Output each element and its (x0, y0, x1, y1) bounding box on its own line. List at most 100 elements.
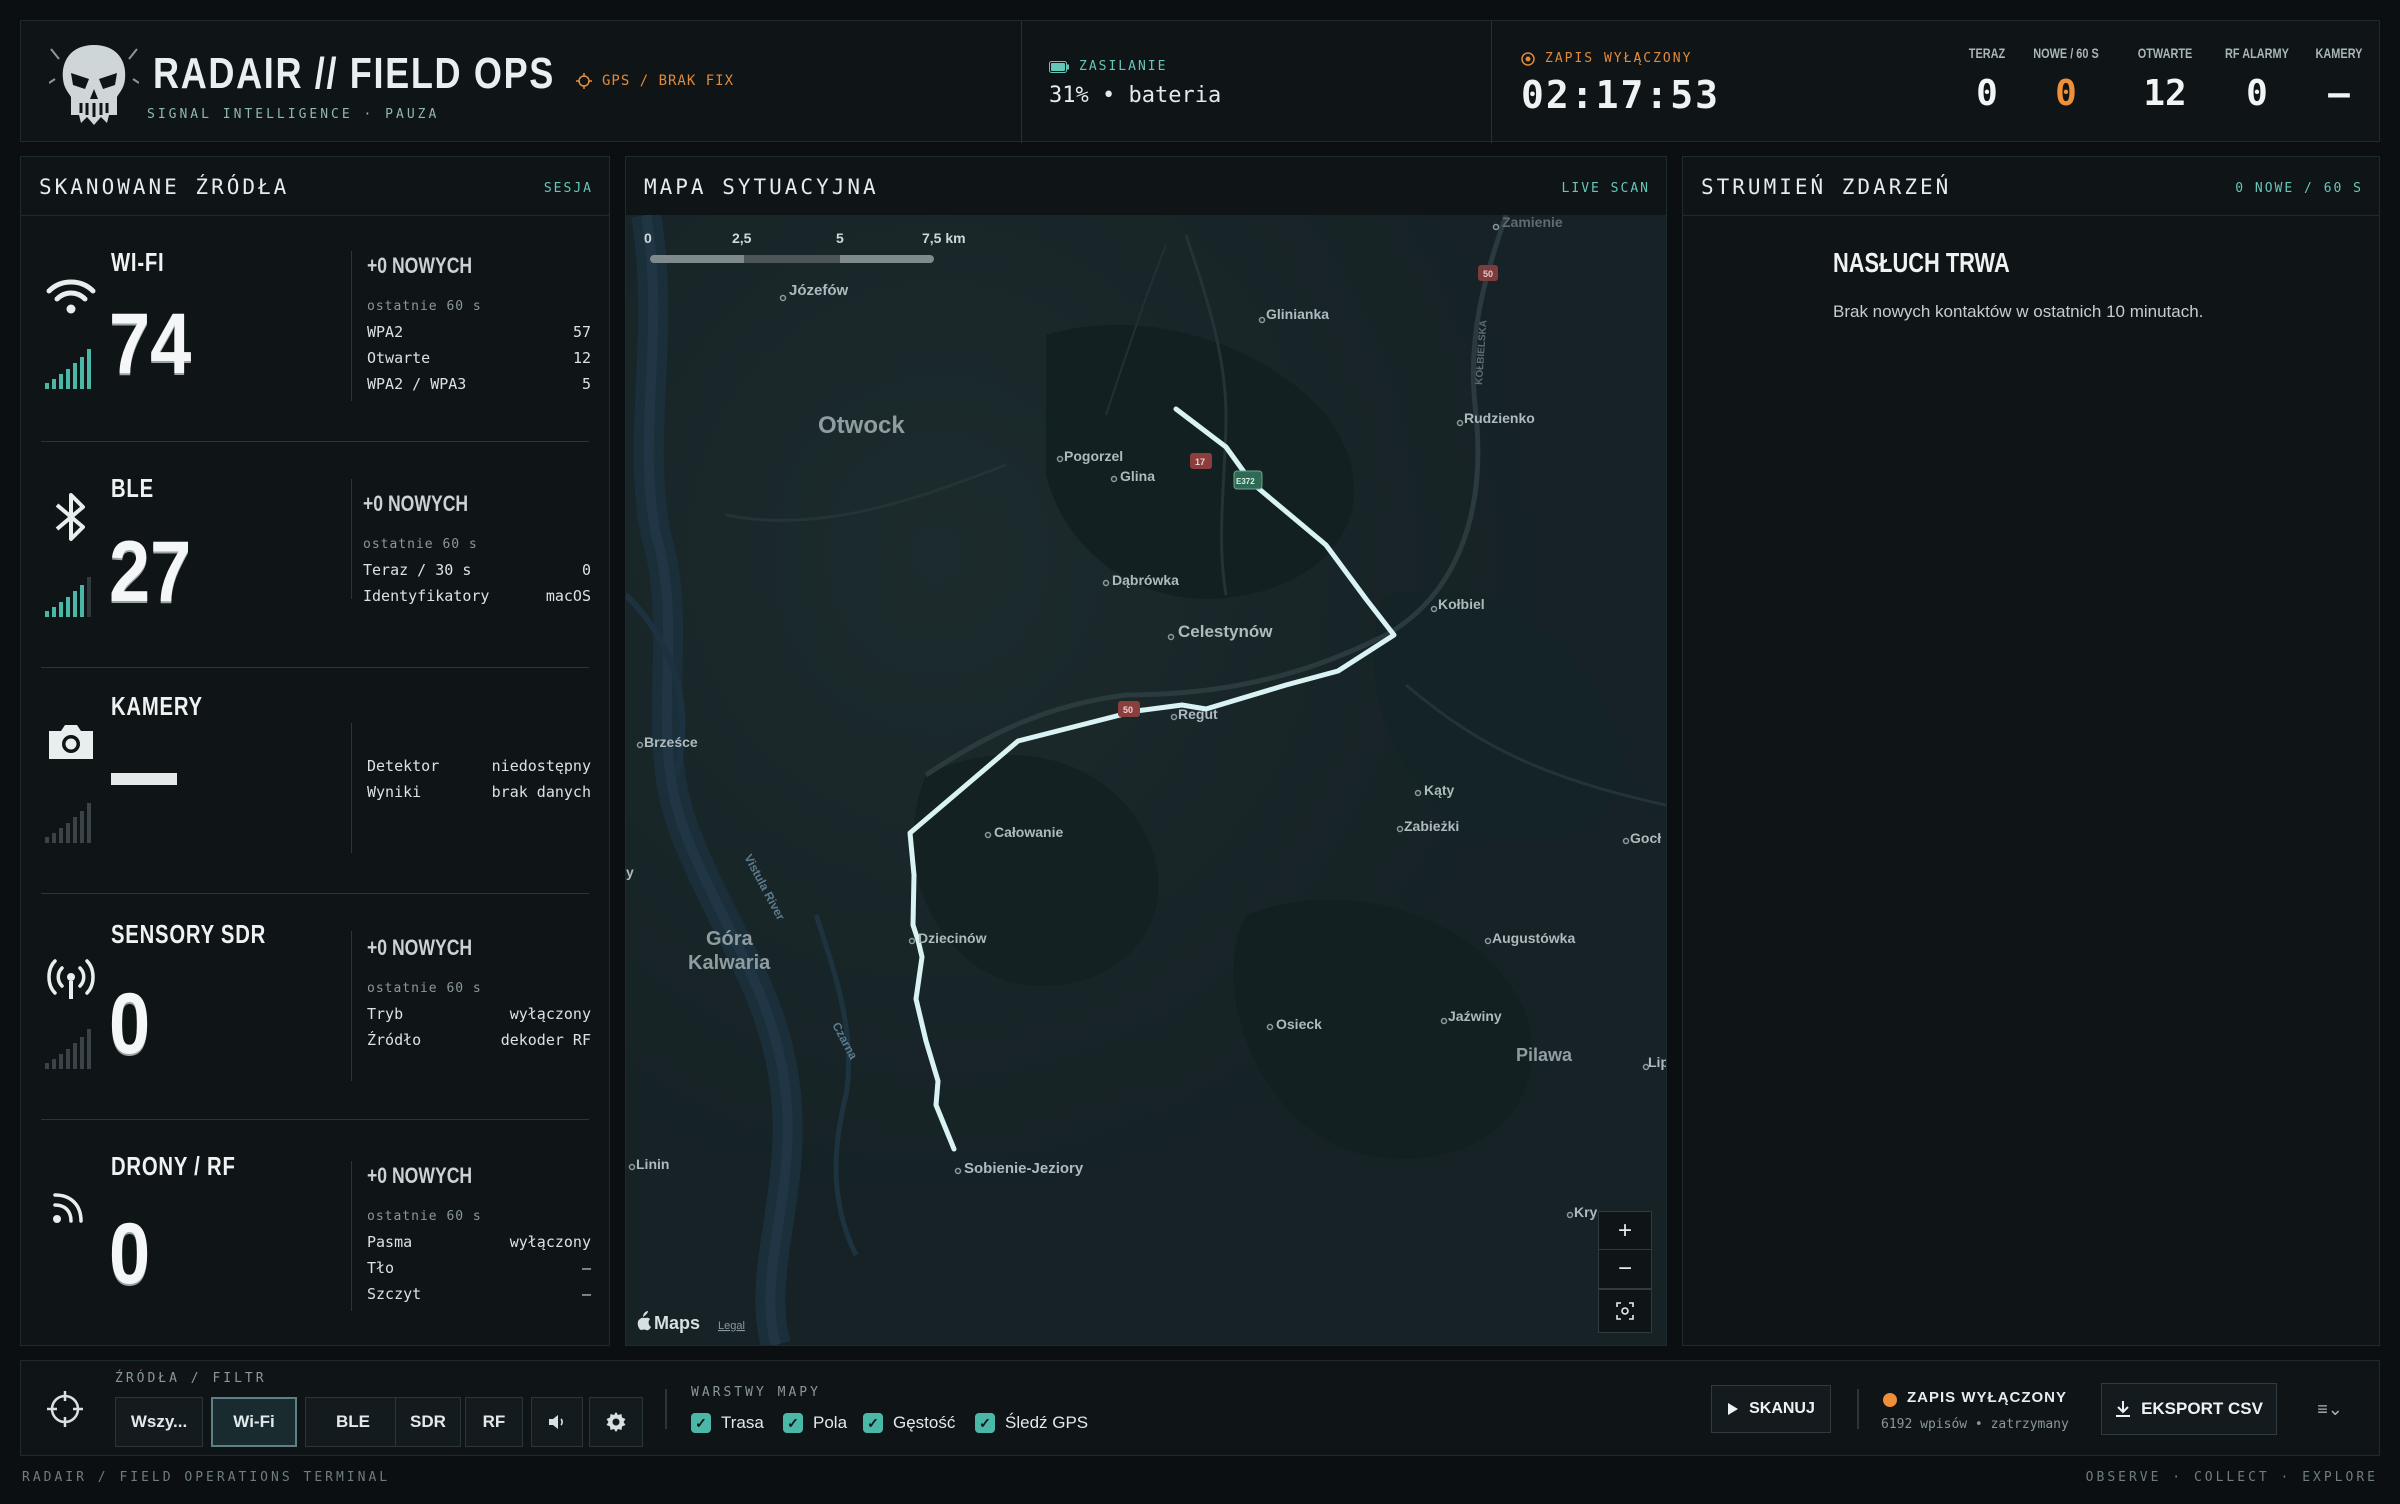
power-value: 31% • bateria (1049, 83, 1222, 108)
recording-detail: 6192 wpisów • zatrzymany (1881, 1417, 2069, 1432)
filter-ble-button[interactable]: BLE (305, 1397, 401, 1447)
signal-strength-icon (45, 803, 91, 843)
layer-track-gps-toggle[interactable]: ✓ Śledź GPS (975, 1413, 1088, 1433)
stat-key: Tryb (367, 1005, 404, 1023)
stat-value: macOS (545, 587, 591, 605)
stat-value: dekoder RF (500, 1031, 591, 1049)
recenter-icon (1616, 1302, 1634, 1320)
source-window: ostatnie 60 s (363, 537, 478, 552)
export-csv-button[interactable]: EKSPORT CSV (2101, 1383, 2277, 1435)
stat-open-label: OTWARTE (2137, 45, 2193, 61)
events-tag: 0 NOWE / 60 S (2235, 181, 2363, 196)
source-ble[interactable]: BLE 27 +0 NOWYCH ostatnie 60 s Teraz / 3… (21, 449, 611, 675)
map-tag: LIVE SCAN (1561, 181, 1650, 196)
toolbar-divider (665, 1389, 667, 1429)
gps-status: GPS / BRAK FIX (576, 73, 734, 89)
source-stat-row: WPA2 57 (367, 323, 591, 341)
scan-button-label: SKANUJ (1749, 1400, 1815, 1417)
filter-rf-button[interactable]: RF (465, 1397, 523, 1447)
scan-button[interactable]: SKANUJ (1711, 1385, 1831, 1433)
download-icon (2116, 1401, 2131, 1417)
source-separator (41, 667, 589, 668)
panel-divider (1683, 215, 2379, 216)
checkbox-checked-icon: ✓ (863, 1413, 883, 1433)
settings-button[interactable] (589, 1397, 643, 1447)
source-count-empty (111, 773, 177, 785)
source-separator (41, 893, 589, 894)
filter-all-button[interactable]: Wszy... (115, 1397, 203, 1447)
map-label-pilawa: Pilawa (1516, 1045, 1573, 1065)
stat-key: WPA2 (367, 323, 404, 341)
filter-sdr-button[interactable]: SDR (395, 1397, 461, 1447)
stat-value: 5 (581, 375, 591, 393)
stat-key: Detektor (367, 757, 440, 775)
source-divider (351, 479, 352, 599)
map-label-calowanie: Całowanie (994, 824, 1063, 840)
map-label-zamienie: Zamienie (1502, 215, 1563, 230)
source-count: 0 (109, 1206, 151, 1302)
road-shield-17-label: 17 (1195, 457, 1205, 467)
stat-key: Otwarte (367, 349, 431, 367)
source-count: 74 (109, 296, 192, 392)
zoom-out-button[interactable]: − (1598, 1249, 1652, 1289)
stat-rf-alarms: RF ALARMY 0 (2207, 45, 2307, 114)
stat-open-value: 12 (2143, 73, 2187, 114)
stat-value: 57 (572, 323, 591, 341)
map-label-linin: Linin (636, 1156, 669, 1172)
source-drones-rf[interactable]: DRONY / RF 0 +0 NOWYCH ostatnie 60 s Pas… (21, 1127, 611, 1353)
stat-new: NOWE / 60 S 0 (2011, 45, 2121, 114)
map-label-kry: Kry (1574, 1204, 1598, 1220)
source-new-count: +0 NOWYCH (367, 1163, 473, 1188)
source-stat-row: Źródło dekoder RF (367, 1031, 591, 1049)
map-canvas[interactable]: Otwock Józefów Glinianka Zamienie Rudzie… (626, 215, 1666, 1345)
legal-link[interactable]: Legal (718, 1320, 745, 1332)
header-divider (1491, 21, 1492, 143)
stat-key: WPA2 / WPA3 (367, 375, 467, 393)
footer-right-text: OBSERVE · COLLECT · EXPLORE (2085, 1470, 2378, 1485)
stat-key: Źródło (367, 1031, 422, 1049)
map-label-osieck: Osieck (1276, 1016, 1322, 1032)
top-header: RADAIR // FIELD OPS SIGNAL INTELLIGENCE … (20, 20, 2380, 143)
stat-value: wyłączony (509, 1233, 591, 1251)
situational-map[interactable]: Otwock Józefów Glinianka Zamienie Rudzie… (626, 215, 1666, 1345)
filter-wifi-button[interactable]: Wi-Fi (211, 1397, 297, 1447)
scale-label-5: 5 (836, 230, 844, 246)
layer-fields-toggle[interactable]: ✓ Pola (783, 1413, 847, 1433)
recenter-button[interactable] (1598, 1289, 1652, 1333)
road-shield-50-north-label: 50 (1483, 269, 1493, 279)
map-label-jazwiny: Jaźwiny (1448, 1008, 1502, 1024)
source-sdr[interactable]: SENSORY SDR 0 +0 NOWYCH ostatnie 60 s Tr… (21, 901, 611, 1127)
map-panel: MAPA SYTUACYJNA LIVE SCAN Otwock Józefów… (625, 156, 1667, 1346)
stat-value: — (581, 1259, 591, 1277)
map-label-gora: Góra (706, 928, 754, 950)
layer-density-toggle[interactable]: ✓ Gęstość (863, 1413, 955, 1433)
map-label-zabiezki: Zabieżki (1404, 818, 1459, 834)
zoom-in-button[interactable]: + (1598, 1211, 1652, 1251)
source-count: 27 (109, 524, 192, 620)
events-panel: STRUMIEŃ ZDARZEŃ 0 NOWE / 60 S NASŁUCH T… (1682, 156, 2380, 1346)
target-crosshair-icon[interactable] (45, 1389, 85, 1429)
checkbox-checked-icon: ✓ (691, 1413, 711, 1433)
map-layers-label: WARSTWY MAPY (691, 1385, 821, 1400)
header-divider (1021, 21, 1022, 143)
source-name: BLE (111, 473, 154, 503)
layer-route-toggle[interactable]: ✓ Trasa (691, 1413, 764, 1433)
stat-value: wyłączony (509, 1005, 591, 1023)
map-label-augustowka: Augustówka (1492, 930, 1575, 946)
menu-button[interactable]: ≡⌄ (2307, 1391, 2353, 1427)
panel-divider (21, 215, 609, 216)
power-label-text: ZASILANIE (1079, 59, 1168, 74)
sources-tag: SESJA (543, 181, 593, 196)
wifi-icon (46, 279, 96, 314)
map-label-gocl: Gocł (1630, 830, 1661, 846)
source-wifi[interactable]: WI-FI 74 +0 NOWYCH ostatnie 60 s WPA2 57 … (21, 221, 611, 447)
scale-label-7-5: 7,5 km (922, 230, 966, 246)
source-name: SENSORY SDR (111, 919, 267, 949)
source-stat-row: Pasma wyłączony (367, 1233, 591, 1251)
scale-label-0: 0 (644, 230, 652, 246)
sound-toggle-button[interactable] (531, 1397, 583, 1447)
source-cameras[interactable]: KAMERY Detektor niedostępny Wyniki brak da… (21, 675, 611, 901)
source-window: ostatnie 60 s (367, 299, 482, 314)
source-name: DRONY / RF (111, 1151, 236, 1181)
session-clock: 02:17:53 (1521, 73, 1721, 117)
